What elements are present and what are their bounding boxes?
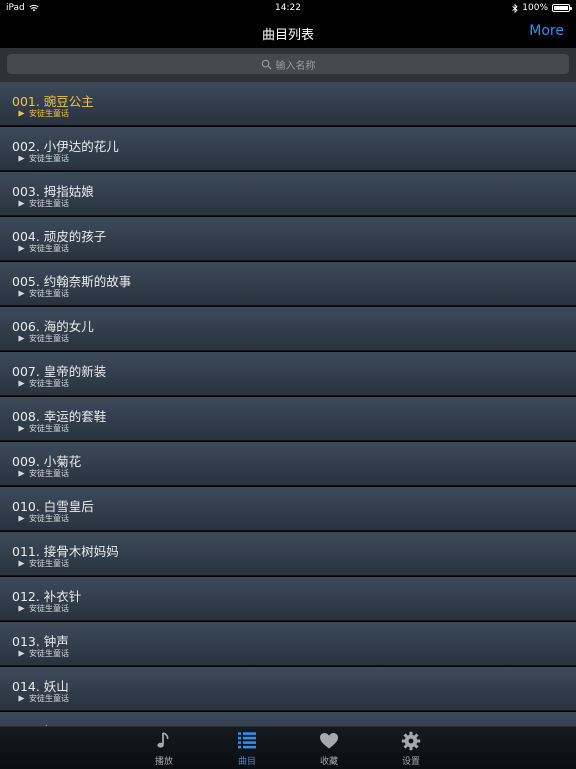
more-button[interactable]: More [529,23,564,39]
play-icon [18,650,25,657]
list-item[interactable]: 006. 海的女儿 安徒生童话 [0,307,576,351]
list-item[interactable]: 010. 白雪皇后 安徒生童话 [0,487,576,531]
list-item-subtitle-text: 安徒生童话 [29,289,69,298]
bluetooth-icon [512,3,518,13]
play-icon [18,200,25,207]
battery-percent: 100% [522,3,548,13]
music-note-icon [157,732,169,748]
tab-bar: 播放 曲目 收藏 设置 [0,726,576,769]
list-item[interactable]: 015. 祖母安徒生童话 [0,712,576,726]
list-item-subtitle: 安徒生童话 [18,648,69,659]
tab-list[interactable]: 曲目 [217,731,277,767]
list-item[interactable]: 003. 拇指姑娘 安徒生童话 [0,172,576,216]
list-item-subtitle-text: 安徒生童话 [29,334,69,343]
list-item[interactable]: 004. 顽皮的孩子 安徒生童话 [0,217,576,261]
list-icon [238,732,256,749]
play-icon [18,605,25,612]
list-item[interactable]: 001. 豌豆公主 安徒生童话 [0,82,576,126]
play-icon [18,470,25,477]
play-icon [18,110,25,117]
track-list[interactable]: 001. 豌豆公主 安徒生童话 002. 小伊达的花儿 安徒生童话 003. 拇指姑娘安… [0,82,576,726]
play-icon [18,515,25,522]
play-icon [18,380,25,387]
list-item[interactable]: 011. 接骨木树妈妈 安徒生童话 [0,532,576,576]
list-item-subtitle: 安徒生童话 [18,378,69,389]
list-item-subtitle: 安徒生童话 [18,693,69,704]
list-item-subtitle-text: 安徒生童话 [29,424,69,433]
list-item[interactable]: 009. 小菊花 安徒生童话 [0,442,576,486]
status-time: 14:22 [275,3,301,13]
list-item-subtitle: 安徒生童话 [18,333,69,344]
list-item-subtitle: 安徒生童话 [18,243,69,254]
list-item-subtitle-text: 安徒生童话 [29,379,69,388]
list-item-subtitle: 安徒生童话 [18,153,69,164]
play-icon [18,245,25,252]
tab-gear[interactable]: 设置 [381,731,441,767]
page-title: 曲目列表 [261,28,314,43]
tab-label: 设置 [401,757,420,767]
list-item-subtitle-text: 安徒生童话 [29,559,69,568]
tab-heart[interactable]: 收藏 [299,731,359,767]
list-item-subtitle-text: 安徒生童话 [29,649,69,658]
search-icon [261,59,272,70]
list-item-subtitle: 安徒生童话 [18,603,69,614]
tab-label: 收藏 [319,757,338,767]
list-item-subtitle: 安徒生童话 [18,513,69,524]
gear-icon [401,731,421,751]
list-item[interactable]: 007. 皇帝的新装 安徒生童话 [0,352,576,396]
list-item[interactable]: 014. 妖山 安徒生童话 [0,667,576,711]
list-item-subtitle-text: 安徒生童话 [29,109,69,118]
heart-icon [320,733,338,749]
status-bar: iPad 14:22 100% [0,0,576,16]
play-icon [18,695,25,702]
list-item-subtitle-text: 安徒生童话 [29,469,69,478]
search-placeholder: 输入名称 [275,60,316,72]
list-item-subtitle-text: 安徒生童话 [29,244,69,253]
play-icon [18,155,25,162]
search-bar: 输入名称 [0,48,576,82]
play-icon [18,560,25,567]
list-item-subtitle-text: 安徒生童话 [29,694,69,703]
list-item-subtitle: 安徒生童话 [18,108,69,119]
status-right: 100% [512,3,572,13]
list-item[interactable]: 012. 补衣针 安徒生童话 [0,577,576,621]
list-item-subtitle: 安徒生童话 [18,423,69,434]
tab-label: 曲目 [237,757,256,767]
list-item-subtitle-text: 安徒生童话 [29,199,69,208]
list-item-subtitle-text: 安徒生童话 [29,514,69,523]
navigation-bar: 曲目列表 More [0,16,576,48]
play-icon [18,290,25,297]
list-item-subtitle: 安徒生童话 [18,288,69,299]
search-input[interactable]: 输入名称 [7,54,569,74]
list-item[interactable]: 008. 幸运的套鞋 安徒生童话 [0,397,576,441]
tab-music-note[interactable]: 播放 [134,731,194,767]
play-icon [18,425,25,432]
list-item[interactable]: 005. 约翰奈斯的故事 安徒生童话 [0,262,576,306]
list-item-subtitle: 安徒生童话 [18,198,69,209]
list-item[interactable]: 013. 钟声 安徒生童话 [0,622,576,666]
list-item-subtitle-text: 安徒生童话 [29,604,69,613]
battery-icon [552,4,572,12]
list-item-subtitle-text: 安徒生童话 [29,154,69,163]
play-icon [18,335,25,342]
list-item[interactable]: 002. 小伊达的花儿 安徒生童话 [0,127,576,171]
list-item-subtitle: 安徒生童话 [18,468,69,479]
list-item-subtitle: 安徒生童话 [18,558,69,569]
tab-label: 播放 [154,757,173,767]
